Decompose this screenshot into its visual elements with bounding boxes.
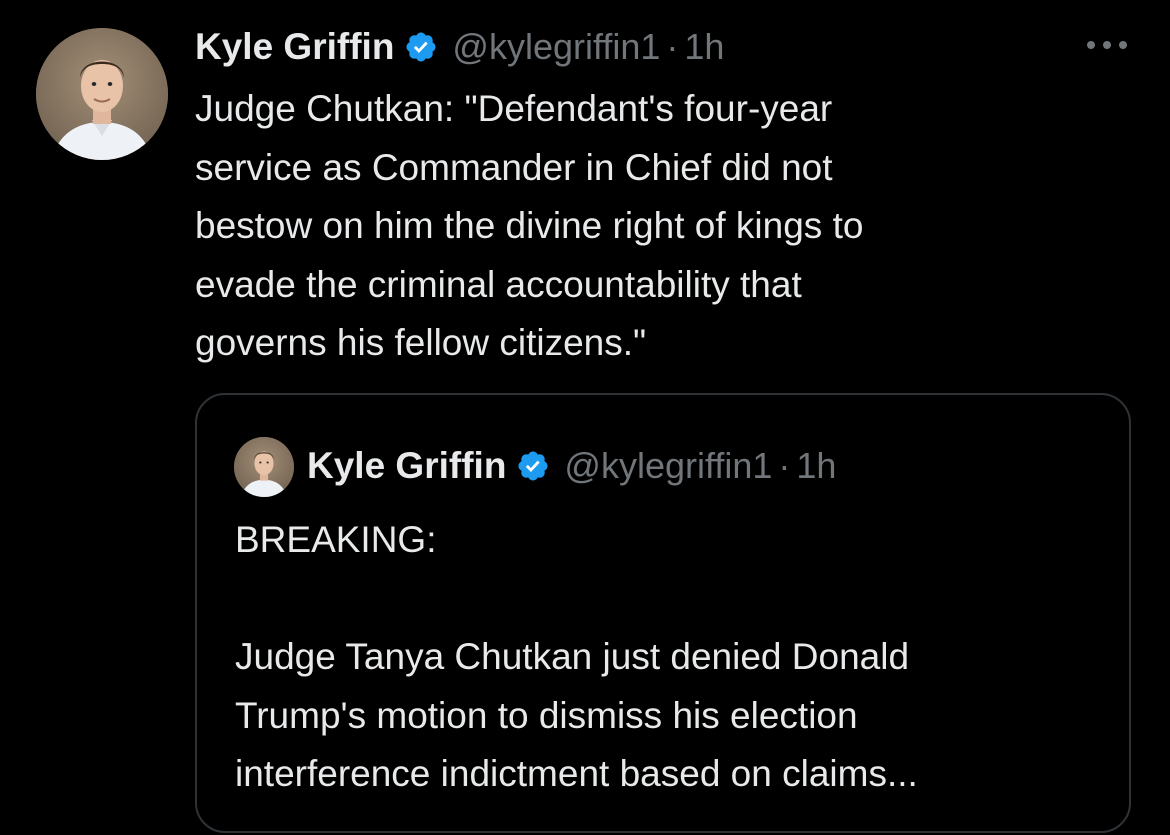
more-horizontal-icon[interactable] xyxy=(1082,30,1132,60)
verified-badge-icon xyxy=(516,449,550,483)
separator-dot: · xyxy=(666,26,679,67)
tweet[interactable]: Kyle Griffin @kylegriffin1 · 1h Judge Ch… xyxy=(0,0,1170,835)
verified-badge-icon xyxy=(404,30,438,64)
author-name[interactable]: Kyle Griffin xyxy=(195,26,394,68)
quoted-tweet-text: BREAKING: Judge Tanya Chutkan just denie… xyxy=(235,519,918,794)
quoted-tweet[interactable]: Kyle Griffin @kylegriffin1 · 1h BREAKING… xyxy=(195,393,1131,833)
separator-dot: · xyxy=(778,445,791,486)
tweet-header: Kyle Griffin @kylegriffin1 · 1h xyxy=(195,22,724,72)
quoted-tweet-header: Kyle Griffin @kylegriffin1 · 1h xyxy=(307,440,836,492)
tweet-timestamp[interactable]: 1h xyxy=(684,26,724,68)
quoted-author-avatar xyxy=(234,437,294,497)
quoted-tweet-timestamp: 1h xyxy=(796,445,837,486)
tweet-text: Judge Chutkan: "Defendant's four-year se… xyxy=(195,88,864,363)
quoted-author-handle: @kylegriffin1 xyxy=(564,445,773,486)
author-handle[interactable]: @kylegriffin1 xyxy=(452,26,660,68)
author-avatar[interactable] xyxy=(36,28,168,160)
quoted-author-name: Kyle Griffin xyxy=(307,445,507,486)
